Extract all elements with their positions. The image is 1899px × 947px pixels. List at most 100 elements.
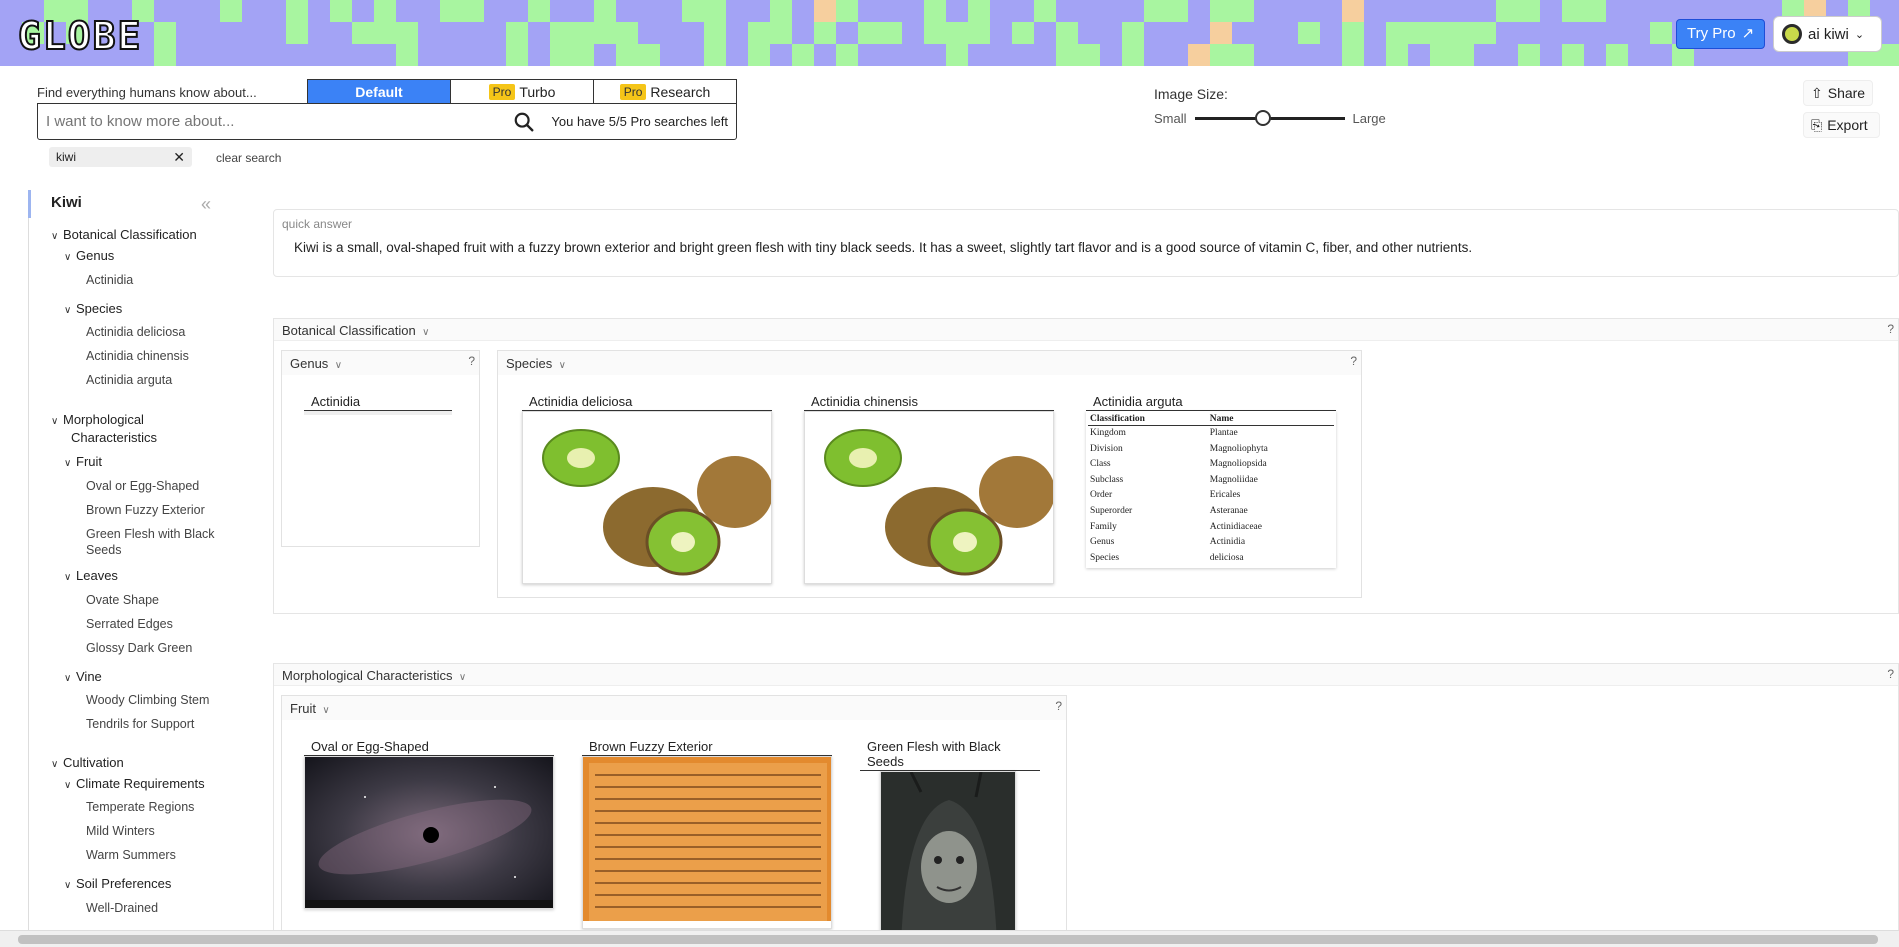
header-pattern-cell: [1144, 0, 1166, 22]
mode-tab-research[interactable]: Pro Research: [594, 80, 736, 103]
header-pattern-cell: [858, 22, 880, 44]
subsection-header[interactable]: Genus ∨ ?: [282, 351, 479, 375]
header-pattern-cell: [1342, 44, 1364, 66]
sidebar-item-oval[interactable]: Oval or Egg-Shaped: [86, 478, 199, 494]
sidebar-item-label: Genus: [76, 248, 115, 263]
close-icon[interactable]: ✕: [173, 149, 185, 166]
classification-table-image: Classification Name Kingdom Plantae Divis…: [1086, 411, 1336, 569]
help-icon[interactable]: ?: [1887, 667, 1894, 681]
sidebar-item-mild[interactable]: Mild Winters: [86, 823, 155, 839]
header-pattern-cell: [682, 0, 704, 22]
fruit-card-brown[interactable]: Brown Fuzzy Exterior: [582, 739, 832, 929]
image-size-slider-row: Small Large: [1154, 110, 1386, 126]
sidebar-item-soil[interactable]: ∨ Soil Preferences: [64, 876, 171, 894]
header-pattern-cell: [1892, 44, 1899, 66]
sidebar-item-warm[interactable]: Warm Summers: [86, 847, 176, 863]
mode-tab-default[interactable]: Default: [308, 80, 451, 103]
fruit-card-oval[interactable]: Oval or Egg-Shaped: [304, 739, 554, 909]
search-mode-tabs: Default Pro Turbo Pro Research: [307, 79, 737, 103]
share-button[interactable]: ⇧ Share: [1803, 80, 1873, 106]
sidebar-item-vine[interactable]: ∨ Vine: [64, 669, 102, 687]
collapse-sidebar-icon[interactable]: «: [201, 194, 211, 215]
section-header[interactable]: Botanical Classification ∨ ?: [274, 319, 1898, 341]
sidebar-item-woody[interactable]: Woody Climbing Stem: [86, 692, 209, 708]
search-input[interactable]: [46, 113, 514, 130]
sidebar-item-deliciosa[interactable]: Actinidia deliciosa: [86, 324, 185, 340]
export-button[interactable]: ⎘ Export: [1803, 112, 1880, 138]
table-header: Name: [1207, 413, 1334, 426]
sidebar-item-botanical[interactable]: ∨ Botanical Classification: [51, 227, 197, 245]
sidebar-item-green-flesh[interactable]: Green Flesh with Black Seeds: [86, 526, 215, 558]
help-icon[interactable]: ?: [1350, 354, 1357, 368]
sidebar-item-label: Species: [76, 301, 123, 316]
avatar: [1782, 24, 1802, 44]
subsection-header[interactable]: Fruit ∨ ?: [282, 696, 1066, 720]
sidebar-item-glossy[interactable]: Glossy Dark Green: [86, 640, 192, 656]
sidebar-title[interactable]: Kiwi: [51, 194, 82, 211]
horizontal-scrollbar[interactable]: [0, 930, 1899, 947]
user-name: ai kiwi: [1808, 25, 1849, 43]
species-card-chinensis[interactable]: Actinidia chinensis: [804, 394, 1054, 584]
slider-thumb[interactable]: [1254, 110, 1271, 126]
help-icon[interactable]: ?: [468, 354, 475, 368]
user-menu-button[interactable]: ai kiwi ⌄: [1773, 16, 1882, 52]
mode-tab-turbo[interactable]: Pro Turbo: [451, 80, 594, 103]
subsection-header[interactable]: Species ∨ ?: [498, 351, 1361, 375]
table-row: Kingdom Plantae: [1088, 426, 1334, 442]
search-icon[interactable]: [513, 111, 535, 133]
chevron-down-icon: ∨: [555, 360, 566, 371]
search-box: You have 5/5 Pro searches left: [37, 103, 737, 140]
export-label: Export: [1827, 117, 1868, 133]
section-header[interactable]: Morphological Characteristics ∨ ?: [274, 664, 1898, 686]
export-icon: ⎘: [1811, 116, 1823, 133]
sidebar-item-temperate[interactable]: Temperate Regions: [86, 799, 194, 815]
card-title: Actinidia chinensis: [804, 394, 1054, 411]
header-pattern-cell: [616, 22, 638, 44]
genus-card[interactable]: Actinidia: [304, 394, 452, 415]
table-cell: Species: [1090, 552, 1120, 563]
header-pattern-cell: [1298, 22, 1320, 44]
clear-search-link[interactable]: clear search: [216, 151, 281, 165]
header-pattern-cell: [550, 22, 572, 44]
chevron-down-icon: ∨: [64, 673, 72, 684]
sidebar-item-brown[interactable]: Brown Fuzzy Exterior: [86, 502, 205, 518]
globe-logo[interactable]: GLOBE: [17, 13, 142, 59]
table-cell: Division: [1090, 443, 1123, 454]
try-pro-button[interactable]: Try Pro ↗: [1676, 19, 1766, 49]
sidebar-item-cultivation[interactable]: ∨ Cultivation: [51, 755, 124, 773]
scrollbar-thumb[interactable]: [18, 935, 1878, 944]
table-row: Species deliciosa: [1088, 551, 1334, 567]
fruit-card-green-flesh[interactable]: Green Flesh with Black Seeds: [860, 739, 1040, 944]
sidebar-item-actinidia[interactable]: Actinidia: [86, 272, 133, 288]
header-pattern-cell: [1012, 22, 1034, 44]
header-pattern-cell: [770, 22, 792, 44]
sidebar-item-well-drained[interactable]: Well-Drained: [86, 900, 158, 916]
species-card-deliciosa[interactable]: Actinidia deliciosa: [522, 394, 772, 584]
species-card-arguta[interactable]: Actinidia arguta Classification Name Kin…: [1086, 394, 1336, 569]
sidebar-item-chinensis[interactable]: Actinidia chinensis: [86, 348, 189, 364]
image-size-slider[interactable]: [1194, 110, 1345, 126]
sidebar-item-tendrils[interactable]: Tendrils for Support: [86, 716, 194, 732]
help-icon[interactable]: ?: [1887, 322, 1894, 336]
header-pattern-cell: [880, 22, 902, 44]
help-icon[interactable]: ?: [1055, 699, 1062, 713]
sidebar-item-serrated[interactable]: Serrated Edges: [86, 616, 173, 632]
quick-answer-text: Kiwi is a small, oval-shaped fruit with …: [294, 240, 1473, 255]
header-pattern-cell: [1210, 44, 1232, 66]
chevron-down-icon: ⌄: [1854, 28, 1865, 41]
sidebar-item-species[interactable]: ∨ Species: [64, 301, 122, 319]
pro-searches-left: You have 5/5 Pro searches left: [551, 114, 728, 129]
sidebar-item-morphological[interactable]: ∨ Morphological Characteristics: [51, 412, 157, 446]
sidebar-item-climate[interactable]: ∨ Climate Requirements: [64, 776, 205, 794]
header-pattern-cell: [1496, 0, 1518, 22]
sidebar-item-genus[interactable]: ∨ Genus: [64, 248, 114, 266]
table-cell: Actinidia: [1209, 537, 1246, 548]
sidebar-item-arguta[interactable]: Actinidia arguta: [86, 372, 172, 388]
sidebar-item-leaves[interactable]: ∨ Leaves: [64, 568, 118, 586]
sidebar-item-ovate[interactable]: Ovate Shape: [86, 592, 159, 608]
header-pattern-cell: [748, 44, 770, 66]
sidebar-item-fruit[interactable]: ∨ Fruit: [64, 454, 102, 472]
table-cell: Kingdom: [1090, 428, 1126, 438]
header-pattern-cell: [1034, 0, 1056, 22]
header-pattern-cell: [1474, 22, 1496, 44]
